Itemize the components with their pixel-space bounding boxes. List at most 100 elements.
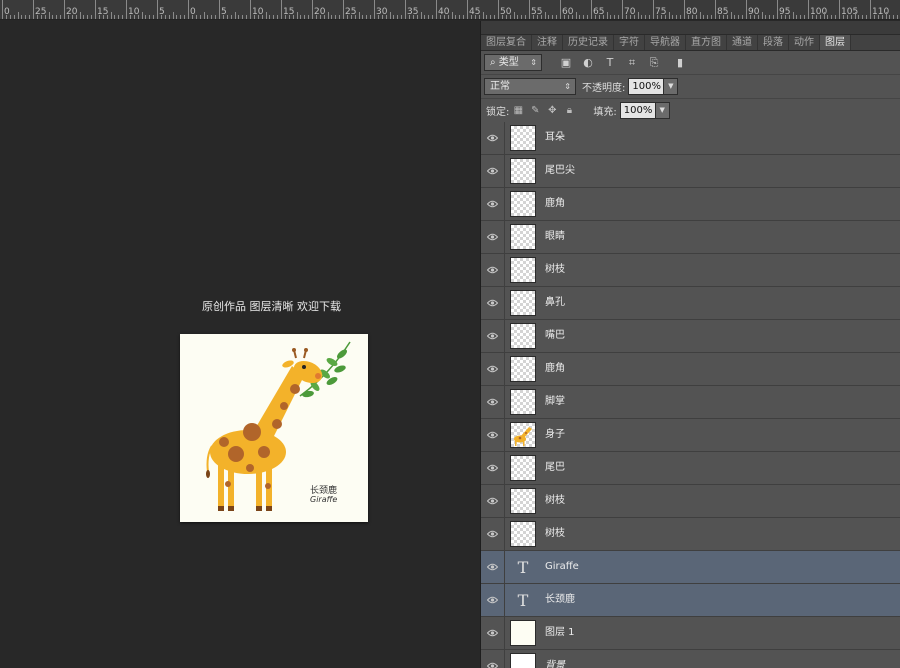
lock-image-pixels-icon[interactable]: ✎ [527,103,543,119]
layer-name: 图层 1 [545,627,575,638]
layer-row[interactable]: 嘴巴 [481,320,900,353]
ruler-minor-tick [463,15,465,19]
type-layer-icon: T [517,557,529,577]
ruler-minor-tick [637,12,639,19]
ruler-minor-tick [428,15,430,19]
ruler-minor-tick [525,15,527,19]
ruler-minor-tick [687,15,689,19]
lock-all-icon[interactable]: 🔒︎ [561,103,577,119]
visibility-eye-icon[interactable] [481,287,505,319]
layer-row[interactable]: 背景 [481,650,900,668]
ruler-minor-tick [614,15,616,19]
visibility-eye-icon[interactable] [481,386,505,418]
fill-field[interactable]: 100% [619,102,656,119]
layer-row[interactable]: 图层 1 [481,617,900,650]
panel-tab[interactable]: 动作 [789,35,820,50]
opacity-dropdown-button[interactable]: ▼ [664,78,679,95]
ruler-minor-tick [618,15,620,19]
ruler-minor-tick [114,15,116,19]
visibility-eye-icon[interactable] [481,122,505,154]
ruler-minor-tick [56,15,58,19]
panel-tab[interactable]: 通道 [727,35,758,50]
image-filter-icon[interactable]: ▣ [556,55,576,71]
layer-row[interactable]: 脚掌 [481,386,900,419]
ruler-minor-tick [377,15,379,19]
visibility-eye-icon[interactable] [481,650,505,668]
ruler-minor-tick [149,15,151,19]
ruler-minor-tick [835,15,837,19]
ruler-minor-tick [296,12,298,19]
lock-transparent-pixels-icon[interactable]: ▦ [510,103,526,119]
visibility-eye-icon[interactable] [481,617,505,649]
layer-row[interactable]: 树枝 [481,518,900,551]
ruler-minor-tick [5,15,7,19]
ruler-minor-tick [819,15,821,19]
ruler-major-tick [591,0,592,19]
visibility-eye-icon[interactable] [481,353,505,385]
layer-row[interactable]: 尾巴 [481,452,900,485]
visibility-eye-icon[interactable] [481,419,505,451]
layer-thumbnail [510,257,536,283]
visibility-eye-icon[interactable] [481,188,505,220]
blend-mode-select[interactable]: 正常 ⇕ [484,78,576,95]
ruler-minor-tick [846,15,848,19]
layer-row[interactable]: 尾巴尖 [481,155,900,188]
ruler-minor-tick [253,15,255,19]
visibility-eye-icon[interactable] [481,221,505,253]
ruler-major-tick [343,0,344,19]
type-filter-icon[interactable]: T [600,55,620,71]
panel-tab[interactable]: 直方图 [686,35,727,50]
filter-kind-select[interactable]: ⌕ 类型 ⇕ [484,54,542,71]
ruler-minor-tick [470,15,472,19]
visibility-eye-icon[interactable] [481,254,505,286]
document-canvas[interactable]: 长颈鹿 Giraffe [180,334,368,522]
layer-row[interactable]: 眼睛 [481,221,900,254]
opacity-field[interactable]: 100% [628,78,665,95]
layer-row[interactable]: 树枝 [481,254,900,287]
layer-row[interactable]: 鼻孔 [481,287,900,320]
ruler-minor-tick [695,15,697,19]
panel-tab[interactable]: 段落 [758,35,789,50]
panel-tab[interactable]: 历史记录 [563,35,614,50]
adjustment-filter-icon[interactable]: ◐ [578,55,598,71]
ruler-major-tick [529,0,530,19]
visibility-eye-icon[interactable] [481,551,505,583]
ruler-minor-tick [335,15,337,19]
visibility-eye-icon[interactable] [481,320,505,352]
layer-thumbnail [510,356,536,382]
ruler-major-tick [715,0,716,19]
visibility-eye-icon[interactable] [481,452,505,484]
panel-tab[interactable]: 图层 [820,35,851,50]
layer-row[interactable]: 树枝 [481,485,900,518]
layer-row[interactable]: 鹿角 [481,353,900,386]
panel-tab[interactable]: 注释 [532,35,563,50]
smart-object-filter-icon[interactable]: ⎘ [644,55,664,71]
canvas-area[interactable]: 原创作品 图层清晰 欢迎下载 长颈鹿 Giraffe [0,21,480,668]
document-heading-text: 原创作品 图层清晰 欢迎下载 [202,300,341,313]
visibility-eye-icon[interactable] [481,485,505,517]
fill-dropdown-button[interactable]: ▼ [655,102,670,119]
visibility-eye-icon[interactable] [481,518,505,550]
panel-tab[interactable]: 导航器 [645,35,686,50]
visibility-eye-icon[interactable] [481,584,505,616]
layer-name: 脚掌 [545,396,565,407]
panel-header-bar[interactable] [481,21,900,35]
layer-row[interactable]: 身子 [481,419,900,452]
filter-toggle-icon[interactable]: ▮ [670,55,690,71]
ruler-minor-tick [300,15,302,19]
layer-thumbnail [510,620,536,646]
ruler-minor-tick [122,15,124,19]
lock-position-icon[interactable]: ✥ [544,103,560,119]
layer-row[interactable]: T Giraffe [481,551,900,584]
ruler-minor-tick [172,12,174,19]
ruler-minor-tick [703,15,705,19]
shape-filter-icon[interactable]: ⌗ [622,55,642,71]
panel-tab[interactable]: 图层复合 [481,35,532,50]
layer-row[interactable]: T 长颈鹿 [481,584,900,617]
layer-row[interactable]: 鹿角 [481,188,900,221]
visibility-eye-icon[interactable] [481,155,505,187]
ruler-minor-tick [691,15,693,19]
layer-row[interactable]: 耳朵 [481,122,900,155]
ruler-minor-tick [203,12,205,19]
panel-tab[interactable]: 字符 [614,35,645,50]
